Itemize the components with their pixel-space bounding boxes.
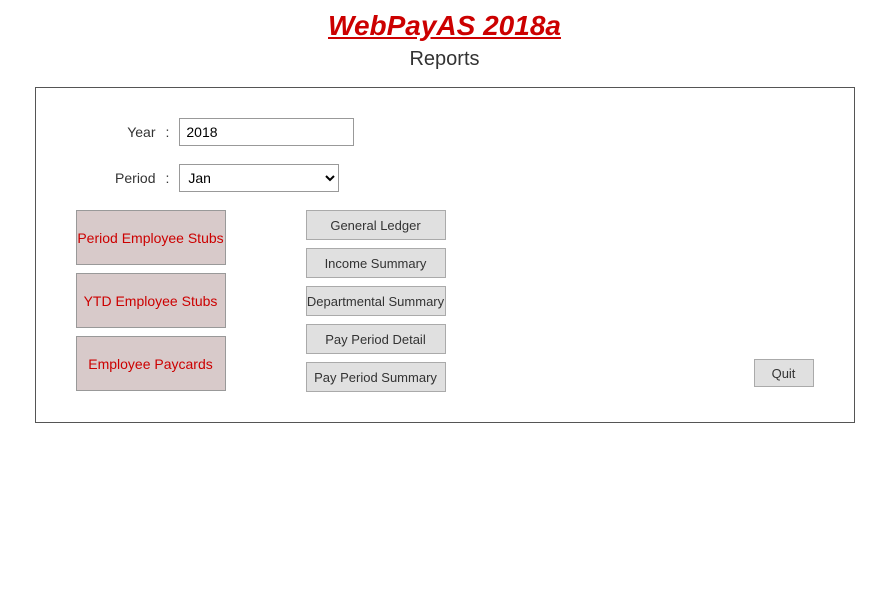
buttons-area: Period Employee Stubs YTD Employee Stubs… bbox=[76, 210, 814, 392]
period-row: Period : Jan Feb Mar Apr May Jun Jul Aug… bbox=[76, 164, 814, 192]
page-title: Reports bbox=[409, 48, 479, 71]
year-label: Year bbox=[76, 124, 156, 140]
income-summary-button[interactable]: Income Summary bbox=[306, 248, 446, 278]
year-colon: : bbox=[166, 124, 170, 140]
quit-button[interactable]: Quit bbox=[754, 359, 814, 387]
departmental-summary-button[interactable]: Departmental Summary bbox=[306, 286, 446, 316]
general-ledger-button[interactable]: General Ledger bbox=[306, 210, 446, 240]
year-input[interactable] bbox=[179, 118, 354, 146]
pay-period-detail-button[interactable]: Pay Period Detail bbox=[306, 324, 446, 354]
quit-area: Quit bbox=[754, 210, 814, 392]
year-row: Year : bbox=[76, 118, 814, 146]
ytd-employee-stubs-button[interactable]: YTD Employee Stubs bbox=[76, 273, 226, 328]
left-buttons-group: Period Employee Stubs YTD Employee Stubs… bbox=[76, 210, 226, 392]
app-title: WebPayAS 2018a bbox=[328, 10, 561, 42]
period-colon: : bbox=[166, 170, 170, 186]
employee-paycards-button[interactable]: Employee Paycards bbox=[76, 336, 226, 391]
period-label: Period bbox=[76, 170, 156, 186]
pay-period-summary-button[interactable]: Pay Period Summary bbox=[306, 362, 446, 392]
period-select[interactable]: Jan Feb Mar Apr May Jun Jul Aug Sep Oct … bbox=[179, 164, 339, 192]
period-employee-stubs-button[interactable]: Period Employee Stubs bbox=[76, 210, 226, 265]
main-panel: Year : Period : Jan Feb Mar Apr May Jun … bbox=[35, 87, 855, 423]
right-buttons-group: General Ledger Income Summary Department… bbox=[306, 210, 446, 392]
